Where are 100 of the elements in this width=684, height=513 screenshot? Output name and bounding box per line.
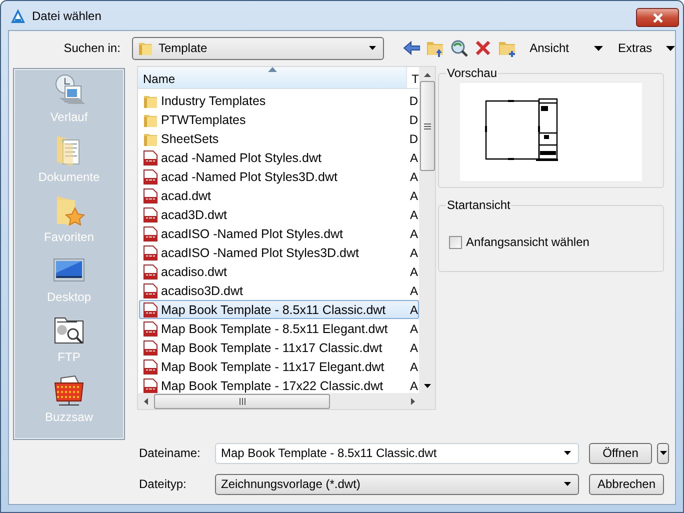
scroll-right-icon[interactable] — [411, 398, 415, 404]
table-cell-text: D — [408, 132, 418, 146]
table-cell-text: A — [408, 264, 418, 278]
file-name: Map Book Template - 11x17 Classic.dwt — [161, 340, 382, 354]
file-type-dropdown[interactable]: Zeichnungsvorlage (*.dwt) — [215, 474, 579, 494]
scroll-up-icon[interactable] — [424, 73, 430, 77]
table-cell-text: A — [408, 188, 418, 202]
caret-icon — [594, 46, 603, 50]
group-title: Vorschau — [446, 66, 498, 80]
file-row[interactable]: acadISO -Named Plot Styles3D.dwt A — [139, 243, 419, 262]
file-row[interactable]: Map Book Template - 11x17 Elegant.dwt A — [139, 357, 419, 376]
drawing-file-icon — [143, 282, 158, 298]
scroll-down-icon[interactable] — [424, 384, 430, 388]
column-header[interactable]: T — [406, 67, 419, 88]
file-name: Map Book Template - 8.5x11 Classic.dwt — [161, 302, 386, 316]
menu-button[interactable]: Extras — [618, 41, 675, 55]
file-name: acad3D.dwt — [161, 208, 228, 222]
file-row[interactable]: Map Book Template - 8.5x11 Classic.dwt A — [139, 300, 419, 319]
new-folder-icon[interactable] — [498, 39, 516, 57]
checkbox-label: Anfangsansicht wählen — [466, 235, 590, 249]
horizontal-scrollbar[interactable] — [138, 393, 435, 409]
dropdown-arrow-icon — [368, 46, 376, 50]
vertical-scrollbar[interactable] — [419, 67, 435, 393]
caret-icon — [666, 46, 675, 50]
group-title: Startansicht — [446, 198, 512, 212]
network-folder-icon[interactable] — [53, 374, 85, 406]
drawing-file-icon — [143, 340, 158, 356]
app-icon — [10, 8, 26, 24]
magnifier-globe-icon[interactable] — [450, 39, 468, 57]
file-name: acadiso3D.dwt — [161, 284, 243, 298]
table-cell-text: A — [408, 246, 418, 260]
back-arrow-icon[interactable] — [402, 39, 420, 57]
file-name: acad.dwt — [161, 188, 212, 202]
file-name: acad -Named Plot Styles.dwt — [161, 150, 322, 164]
file-row[interactable]: Industry Templates D — [139, 91, 419, 110]
table-cell-text: A — [408, 322, 418, 336]
file-name: Industry Templates — [161, 94, 266, 108]
checkbox[interactable] — [449, 236, 462, 248]
drawing-file-icon — [143, 188, 158, 204]
file-row[interactable]: PTWTemplates D — [139, 110, 419, 129]
table-cell-text: A — [408, 208, 418, 222]
close-icon — [652, 12, 662, 22]
grip-icon — [424, 122, 430, 130]
clock-document-icon[interactable] — [52, 74, 85, 106]
drawing-file-icon — [143, 244, 158, 260]
table-cell-text: A — [408, 302, 418, 316]
table-cell-text: A — [408, 170, 418, 184]
file-row[interactable]: acad3D.dwt A — [139, 205, 419, 224]
grip-icon — [238, 398, 246, 404]
close-button[interactable] — [636, 8, 679, 27]
table-cell-text: A — [408, 150, 418, 164]
drawing-file-icon — [143, 302, 158, 318]
file-name-label: Dateiname: — [139, 446, 202, 460]
file-row[interactable]: Map Book Template - 11x17 Classic.dwt A — [139, 338, 419, 357]
drawing-file-icon — [143, 320, 158, 336]
look-in-dropdown[interactable]: Template — [132, 36, 384, 60]
cancel-button[interactable]: Abbrechen — [589, 474, 664, 494]
dropdown-arrow-icon — [564, 482, 571, 486]
drawing-file-icon — [143, 264, 158, 280]
drawing-file-icon — [143, 168, 158, 184]
scroll-left-icon[interactable] — [144, 398, 148, 404]
table-cell-text: A — [408, 378, 418, 392]
file-row[interactable]: SheetSets D — [139, 129, 419, 148]
dropdown-button[interactable] — [657, 442, 669, 464]
file-name: acadISO -Named Plot Styles.dwt — [161, 226, 344, 240]
file-name: Map Book Template - 8.5x11 Elegant.dwt — [161, 322, 388, 336]
file-row[interactable]: acad.dwt A — [139, 186, 419, 205]
folder-icon — [138, 40, 154, 56]
file-name: SheetSets — [161, 132, 219, 146]
file-name: acadISO -Named Plot Styles3D.dwt — [161, 246, 359, 260]
folder-up-icon[interactable] — [426, 39, 444, 57]
file-name-field[interactable]: Map Book Template - 8.5x11 Classic.dwt — [215, 442, 579, 464]
file-row[interactable]: Map Book Template - 8.5x11 Elegant.dwt A — [139, 319, 419, 338]
open-button[interactable]: Öffnen — [589, 442, 652, 464]
file-row[interactable]: acadISO -Named Plot Styles.dwt A — [139, 224, 419, 243]
window-title: Datei wählen — [32, 8, 102, 22]
table-cell-text: D — [408, 94, 418, 108]
delete-icon[interactable] — [474, 39, 492, 57]
file-name: PTWTemplates — [161, 112, 246, 126]
file-row[interactable]: acadiso.dwt A — [139, 262, 419, 281]
file-row[interactable]: acad -Named Plot Styles.dwt A — [139, 148, 419, 167]
file-type-label: Dateityp: — [139, 477, 188, 491]
table-cell-text: D — [408, 112, 418, 126]
drawing-file-icon — [143, 206, 158, 222]
table-cell-text: A — [408, 360, 418, 374]
file-row[interactable]: Map Book Template - 17x22 Classic.dwt A — [139, 376, 419, 393]
file-name: acadiso.dwt — [161, 264, 228, 278]
menu-button[interactable]: Ansicht — [530, 41, 603, 55]
drawing-file-icon — [143, 226, 158, 242]
look-in-label: Suchen in: — [62, 41, 120, 55]
table-cell-text: A — [408, 226, 418, 240]
sort-arrow-icon — [268, 67, 277, 72]
file-row[interactable]: acad -Named Plot Styles3D.dwt A — [139, 167, 419, 186]
file-name: Map Book Template - 11x17 Elegant.dwt — [161, 360, 384, 374]
file-name: Map Book Template - 17x22 Classic.dwt — [161, 378, 384, 392]
drawing-file-icon — [143, 150, 158, 166]
table-cell-text: A — [408, 284, 418, 298]
caret-icon — [660, 451, 666, 455]
column-header[interactable]: Name — [138, 67, 407, 88]
file-row[interactable]: acadiso3D.dwt A — [139, 281, 419, 300]
